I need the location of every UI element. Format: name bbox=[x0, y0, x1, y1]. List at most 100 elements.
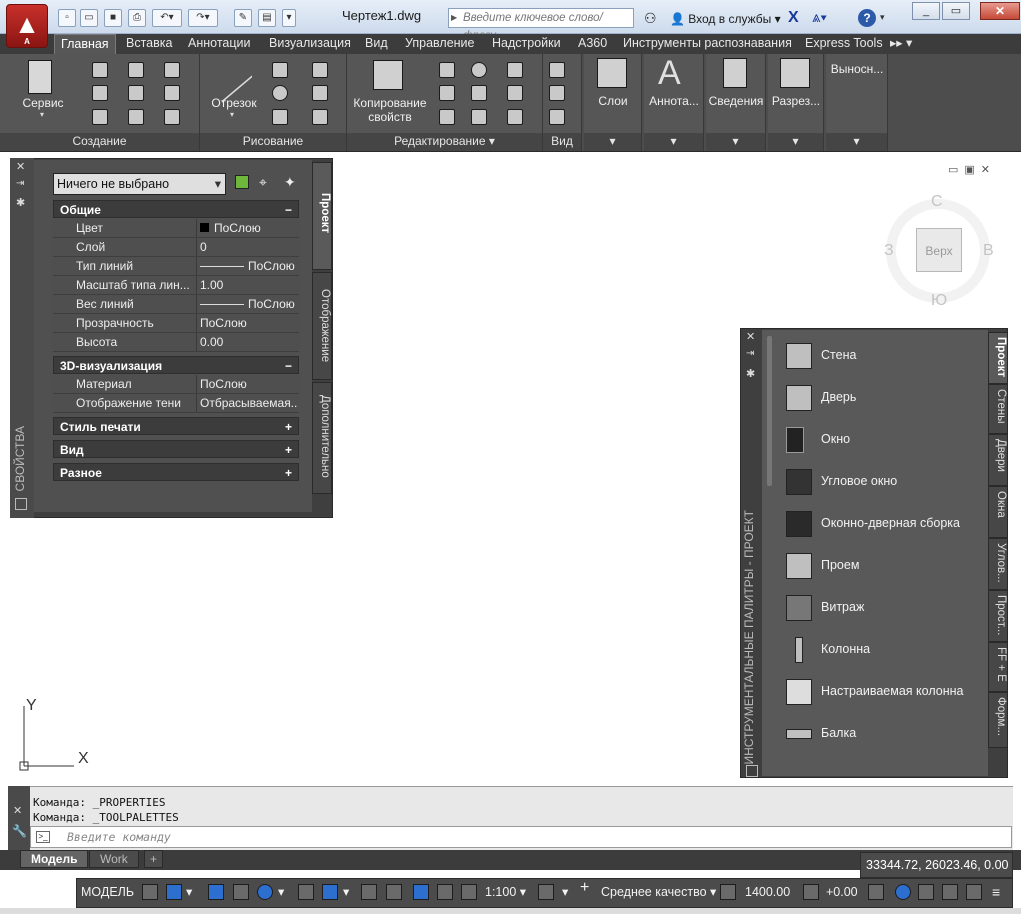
prop-value[interactable]: 1.00 bbox=[196, 276, 298, 294]
binoculars-icon[interactable]: ⚇ bbox=[644, 10, 657, 27]
snap-mode-icon[interactable] bbox=[166, 884, 182, 900]
fullscreen-icon[interactable] bbox=[966, 884, 982, 900]
tab-properties-project[interactable]: Проект bbox=[312, 162, 332, 270]
redo-icon[interactable]: ↷▾ bbox=[188, 9, 218, 27]
tab-properties-extended[interactable]: Дополнительно bbox=[312, 382, 332, 494]
visual-style-icon[interactable] bbox=[549, 85, 565, 101]
wall-icon[interactable] bbox=[92, 62, 108, 78]
signin-button[interactable]: 👤 Вход в службы ▾ bbox=[670, 12, 781, 26]
arc-icon[interactable] bbox=[312, 85, 328, 101]
exchange-icon[interactable]: X bbox=[788, 9, 799, 27]
view-icon[interactable] bbox=[549, 62, 565, 78]
tab-home[interactable]: Главная bbox=[54, 34, 116, 54]
new-icon[interactable]: ▫ bbox=[58, 9, 76, 27]
door-icon[interactable] bbox=[92, 85, 108, 101]
properties-icon[interactable]: ▤ bbox=[258, 9, 276, 27]
print-icon[interactable]: ⎙ bbox=[128, 9, 146, 27]
grid-icon[interactable] bbox=[128, 109, 144, 125]
quick-select-icon[interactable] bbox=[235, 175, 249, 189]
construction-line-icon[interactable] bbox=[312, 62, 328, 78]
circle-icon[interactable] bbox=[272, 85, 288, 101]
prop-value[interactable]: Отбрасываемая... bbox=[196, 394, 298, 412]
mass-icon[interactable] bbox=[164, 109, 180, 125]
prop-row-lineweight[interactable]: Вес линий ПоСлою bbox=[53, 295, 299, 314]
polyline-icon[interactable] bbox=[272, 62, 288, 78]
stair-icon[interactable] bbox=[128, 85, 144, 101]
callout-expand-icon[interactable]: ▾ bbox=[826, 133, 887, 151]
pickadd-icon[interactable]: ✦ bbox=[284, 174, 296, 191]
toolpal-tab-walls[interactable]: Стены bbox=[988, 384, 1008, 434]
command-close-icon[interactable]: ✕ bbox=[13, 804, 22, 817]
help-icon[interactable]: ? bbox=[858, 9, 876, 27]
maximize-icon[interactable]: ▭ bbox=[942, 2, 970, 20]
prop-row-shadow[interactable]: Отображение тени Отбрасываемая... bbox=[53, 394, 299, 413]
section-plot-style[interactable]: Стиль печати + bbox=[53, 417, 299, 435]
toolpal-menu-icon[interactable] bbox=[746, 765, 758, 777]
toolpal-tab-design[interactable]: Проект bbox=[988, 332, 1008, 384]
toolpal-tab-ffe[interactable]: FF + E bbox=[988, 642, 1008, 692]
toolpal-tab-space[interactable]: Прост... bbox=[988, 590, 1008, 642]
offset-icon[interactable] bbox=[507, 109, 523, 125]
space-icon[interactable] bbox=[164, 85, 180, 101]
layers-button[interactable]: Слои bbox=[584, 94, 642, 108]
properties-titlebar[interactable]: ✕ ⇥ ✱ СВОЙСТВА bbox=[10, 158, 34, 518]
viewcube-top[interactable]: Верх bbox=[916, 228, 962, 272]
rectangle-icon[interactable] bbox=[272, 109, 288, 125]
workspace-icon[interactable]: ✎ bbox=[234, 9, 252, 27]
text-icon[interactable]: A bbox=[658, 54, 681, 93]
workspace-switch-icon[interactable] bbox=[538, 884, 554, 900]
layers-icon[interactable] bbox=[597, 58, 627, 88]
viewport-controls[interactable]: ▭▣✕ bbox=[948, 163, 996, 176]
move-icon[interactable] bbox=[439, 62, 455, 78]
qa-dropdown-icon[interactable]: ▾ bbox=[282, 9, 296, 27]
roof-icon[interactable] bbox=[128, 62, 144, 78]
help-dropdown-icon[interactable]: ▾ bbox=[880, 12, 885, 23]
toolpal-settings-icon[interactable]: ✱ bbox=[746, 367, 755, 380]
section-expand-icon[interactable]: ▾ bbox=[768, 133, 823, 151]
command-prompt-icon[interactable]: >_ bbox=[36, 831, 50, 843]
layout-switch-icon[interactable] bbox=[868, 884, 884, 900]
compass-north[interactable]: С bbox=[931, 193, 943, 211]
close-icon[interactable]: ✕ bbox=[980, 2, 1020, 20]
selection-dropdown[interactable]: Ничего не выбрано bbox=[53, 173, 226, 195]
toolpal-tab-forms[interactable]: Форм... bbox=[988, 692, 1008, 748]
mirror-icon[interactable] bbox=[471, 85, 487, 101]
hardware-acceleration-icon[interactable] bbox=[895, 884, 911, 900]
snap-dropdown-icon[interactable]: ▾ bbox=[186, 884, 192, 900]
add-layout-button[interactable]: + bbox=[144, 850, 164, 868]
palette-autohide-icon[interactable]: ⇥ bbox=[16, 178, 24, 189]
prop-value[interactable]: ПоСлою bbox=[196, 257, 298, 275]
application-menu-button[interactable]: A ▲ bbox=[6, 4, 48, 48]
tab-addins[interactable]: Надстройки bbox=[486, 34, 567, 54]
tab-manage[interactable]: Управление bbox=[399, 34, 481, 54]
callout-button[interactable]: Выносн... bbox=[826, 62, 888, 76]
tab-express-tools[interactable]: Express Tools bbox=[799, 34, 889, 54]
toolpal-scrollbar[interactable] bbox=[767, 336, 772, 486]
trim-icon[interactable] bbox=[471, 109, 487, 125]
tabs-overflow-icon[interactable]: ▸▸ ▾ bbox=[884, 34, 918, 54]
tab-annotate[interactable]: Аннотации bbox=[182, 34, 256, 54]
section-icon[interactable] bbox=[780, 58, 810, 88]
prop-value[interactable]: 0 bbox=[196, 238, 298, 256]
grid-display-icon[interactable] bbox=[142, 884, 158, 900]
osnap-dropdown-icon[interactable]: ▾ bbox=[343, 884, 349, 900]
prop-value[interactable]: ПоСлою bbox=[196, 295, 298, 313]
lineweight-icon[interactable] bbox=[361, 884, 377, 900]
offset-value[interactable]: +0.00 bbox=[826, 884, 858, 900]
match-properties-icon[interactable] bbox=[373, 60, 403, 90]
tab-visualize[interactable]: Визуализация bbox=[263, 34, 357, 54]
offset-icon[interactable] bbox=[803, 884, 819, 900]
prop-value[interactable]: ПоСлою bbox=[196, 314, 298, 332]
copy-icon[interactable] bbox=[439, 85, 455, 101]
search-input[interactable]: Введите ключевое слово/фразу bbox=[448, 8, 634, 42]
autoscale-icon[interactable] bbox=[437, 884, 453, 900]
toolpal-tab-corner[interactable]: Углов... bbox=[988, 538, 1008, 590]
prop-row-material[interactable]: Материал ПоСлою bbox=[53, 375, 299, 394]
prop-row-ltscale[interactable]: Масштаб типа лин... 1.00 bbox=[53, 276, 299, 295]
rotate-icon[interactable] bbox=[471, 62, 487, 78]
isolate-objects-icon[interactable] bbox=[918, 884, 934, 900]
prop-value[interactable]: ПоСлою bbox=[196, 375, 298, 393]
coordinates-display[interactable]: 33344.72, 26023.46, 0.00 bbox=[860, 852, 1013, 878]
service-button[interactable]: Сервис bbox=[14, 96, 72, 110]
tab-properties-display[interactable]: Отображение bbox=[312, 272, 332, 380]
